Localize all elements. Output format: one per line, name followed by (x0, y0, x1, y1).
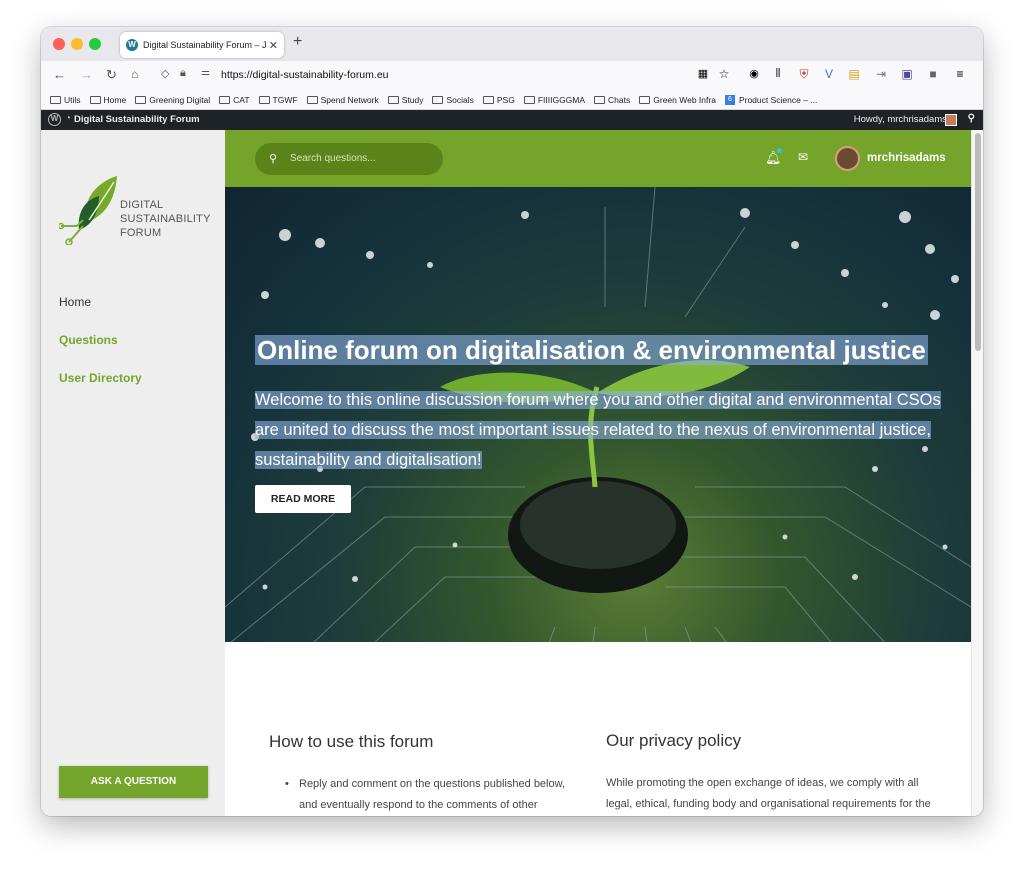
extension-notes-icon[interactable]: ▤ (847, 67, 861, 81)
new-tab-icon[interactable]: + (293, 33, 302, 51)
bookmark-folder[interactable]: CAT (219, 95, 250, 105)
folder-icon (89, 96, 101, 104)
permissions-icon[interactable]: ⚌ (201, 67, 210, 78)
bookmark-folder[interactable]: Green Web Infra (639, 95, 716, 105)
lock-icon[interactable]: 🔒︎ (180, 67, 186, 80)
home-icon[interactable]: ⌂ (131, 67, 138, 81)
bookmark-folder[interactable]: Greening Digital (135, 95, 210, 105)
page-scrollbar[interactable] (971, 130, 983, 816)
bookmark-folder[interactable]: Chats (594, 95, 630, 105)
reload-icon[interactable]: ↻ (106, 67, 117, 83)
nav-home[interactable]: Home (59, 295, 91, 309)
page: DIGITAL SUSTAINABILITY FORUM Home Questi… (41, 130, 983, 816)
admin-site-name[interactable]: Digital Sustainability Forum (74, 114, 200, 125)
wp-admin-bar: W ◔ Digital Sustainability Forum Howdy, … (41, 110, 983, 130)
back-icon[interactable]: ← (53, 67, 66, 82)
pocket-icon[interactable]: ▣ (900, 67, 914, 81)
read-more-button[interactable]: READ MORE (255, 485, 351, 513)
extension-shield-icon[interactable]: ⛨ (797, 67, 811, 81)
messages-envelope-icon[interactable]: ✉ (798, 150, 808, 164)
library-icon[interactable]: ⫼ (771, 67, 785, 81)
close-window-button[interactable] (53, 38, 65, 50)
ask-question-button[interactable]: ASK A QUESTION (59, 766, 208, 798)
scrollbar-thumb[interactable] (975, 133, 981, 351)
extension-chat-icon[interactable]: ■ (926, 67, 940, 81)
zoom-window-button[interactable] (89, 38, 101, 50)
folder-icon (432, 96, 444, 104)
forward-icon[interactable]: → (80, 67, 93, 82)
hero-banner: Online forum on digitalisation & environ… (225, 187, 971, 707)
folder-icon (135, 96, 147, 104)
bookmark-link[interactable]: 6 Product Science – ... (724, 95, 817, 105)
bookmark-star-icon[interactable]: ☆ (717, 67, 731, 81)
qr-code-icon[interactable]: ▦ (696, 67, 710, 81)
dashboard-icon: ◔ (65, 113, 72, 124)
how-to-title: How to use this forum (269, 732, 434, 751)
bookmark-folder[interactable]: FIIIIGGGMA (523, 95, 585, 105)
how-to-item: Reply and comment on the questions publi… (269, 774, 569, 816)
folder-icon (219, 96, 231, 104)
folder-icon (523, 96, 535, 104)
folder-icon (306, 96, 318, 104)
logo-text: DIGITAL SUSTAINABILITY FORUM (120, 199, 211, 239)
main-content: ⚲ Search questions... 🔔︎ ✉ mrchrisadams (225, 130, 971, 816)
hero-title: Online forum on digitalisation & environ… (255, 335, 928, 365)
hero-description: Welcome to this online discussion forum … (255, 391, 941, 469)
navigation-toolbar: ← → ↻ ⌂ ◇ 🔒︎ ⚌ https://digital-sustainab… (41, 61, 983, 91)
tab-title: Digital Sustainability Forum – Ju (143, 40, 266, 50)
admin-avatar[interactable] (945, 114, 957, 126)
extension-arrow-icon[interactable]: ⇥ (874, 67, 888, 81)
admin-search-icon[interactable]: ⚲ (968, 113, 975, 124)
privacy-title: Our privacy policy (606, 731, 742, 750)
password-manager-icon[interactable]: ◉ (747, 67, 761, 81)
user-name[interactable]: mrchrisadams (867, 152, 946, 164)
bookmark-folder[interactable]: PSG (482, 95, 515, 105)
search-icon: ⚲ (269, 153, 278, 165)
how-to-section: How to use this forum Reply and comment … (269, 732, 569, 816)
nav-questions[interactable]: Questions (59, 333, 118, 347)
sidebar: DIGITAL SUSTAINABILITY FORUM Home Questi… (41, 130, 225, 816)
info-section: How to use this forum Reply and comment … (225, 700, 971, 816)
nav-user-directory[interactable]: User Directory (59, 371, 142, 385)
browser-tab[interactable]: W Digital Sustainability Forum – Ju ✕ (120, 32, 284, 58)
close-tab-icon[interactable]: ✕ (269, 39, 278, 52)
folder-icon (50, 96, 61, 104)
tab-bar: W Digital Sustainability Forum – Ju ✕ + (41, 27, 983, 61)
bookmark-folder[interactable]: Study (387, 95, 423, 105)
bookmark-folder[interactable]: Spend Network (306, 95, 379, 105)
wordpress-icon: W (126, 39, 138, 51)
bookmark-folder[interactable]: Home (89, 95, 126, 105)
admin-greeting[interactable]: Howdy, mrchrisadams (854, 114, 947, 125)
calendar-icon: 6 (724, 95, 735, 105)
search-input[interactable]: ⚲ Search questions... (255, 143, 443, 175)
search-placeholder: Search questions... (290, 153, 376, 164)
extension-v-icon[interactable]: V (822, 67, 836, 81)
forum-header: ⚲ Search questions... 🔔︎ ✉ mrchrisadams (225, 130, 971, 187)
url-bar[interactable]: https://digital-sustainability-forum.eu (221, 69, 389, 81)
site-logo[interactable]: DIGITAL SUSTAINABILITY FORUM (57, 170, 211, 246)
privacy-text: While promoting the open exchange of ide… (606, 777, 931, 810)
notification-dot (777, 148, 782, 153)
user-avatar[interactable] (835, 146, 860, 171)
minimize-window-button[interactable] (71, 38, 83, 50)
bookmark-folder[interactable]: Socials (432, 95, 474, 105)
privacy-section: Our privacy policy While promoting the o… (606, 731, 936, 816)
menu-icon[interactable]: ≡ (953, 67, 967, 81)
bookmarks-bar: Utils Home Greening Digital CAT TGWF Spe… (41, 91, 983, 110)
folder-icon (594, 96, 606, 104)
folder-icon (387, 96, 399, 104)
bookmark-folder[interactable]: TGWF (258, 95, 298, 105)
leaf-logo-icon (57, 176, 117, 246)
folder-icon (258, 96, 270, 104)
wordpress-logo-icon[interactable]: W (48, 113, 61, 126)
bookmark-folder[interactable]: Utils (50, 95, 81, 105)
folder-icon (639, 96, 651, 104)
folder-icon (482, 96, 494, 104)
browser-window: W Digital Sustainability Forum – Ju ✕ + … (41, 27, 983, 816)
shield-icon[interactable]: ◇ (161, 67, 169, 80)
